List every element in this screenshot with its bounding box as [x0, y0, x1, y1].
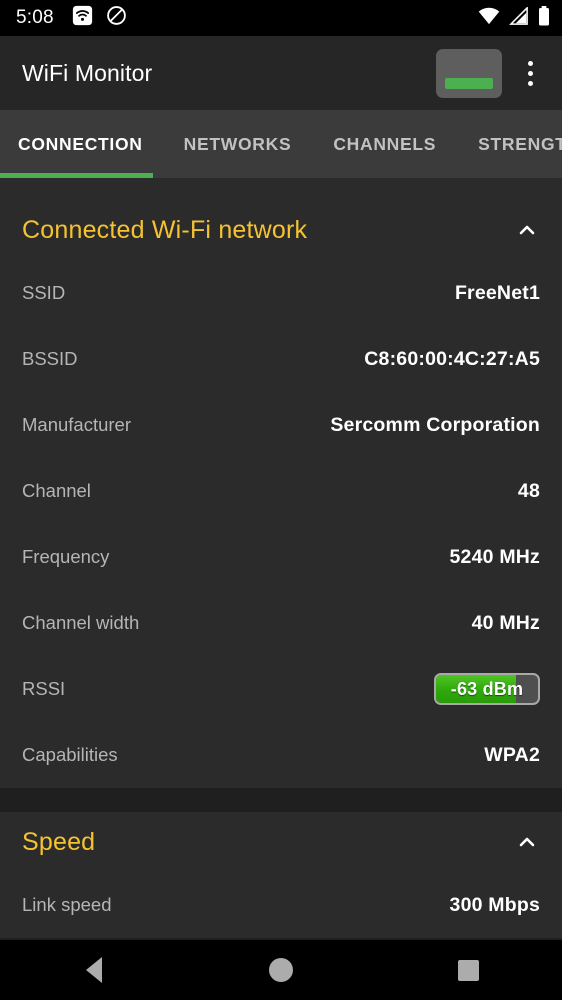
row-value: 300 Mbps: [449, 893, 540, 916]
recents-square-icon: [457, 959, 479, 981]
tab-channels[interactable]: CHANNELS: [333, 110, 436, 178]
page-title: WiFi Monitor: [22, 59, 153, 86]
toolbar-actions: [436, 48, 548, 98]
overflow-menu-icon[interactable]: [512, 50, 548, 96]
home-circle-icon: [268, 958, 293, 982]
android-navigation-bar: [0, 940, 562, 1000]
row-value: WPA2: [484, 743, 540, 766]
status-bar-clock: 5:08: [16, 7, 54, 28]
row-label: Frequency: [22, 546, 110, 567]
dot: [527, 70, 533, 76]
row-label: Manufacturer: [22, 414, 131, 435]
row-value: Sercomm Corporation: [330, 413, 540, 436]
section-header-connected-wifi-network[interactable]: Connected Wi-Fi network: [22, 200, 540, 260]
recents-button[interactable]: [433, 940, 503, 1000]
row-label: Channel width: [22, 612, 140, 633]
chevron-up-icon[interactable]: [514, 829, 540, 855]
wifi-signal-icon: [478, 7, 500, 30]
section-title: Connected Wi-Fi network: [22, 215, 308, 244]
status-bar: 5:08: [0, 0, 562, 36]
table-row: Link speed 300 Mbps: [22, 872, 540, 938]
row-value: 40 MHz: [471, 611, 540, 634]
battery-icon: [538, 5, 550, 31]
back-button[interactable]: [59, 940, 129, 1000]
table-row: Capabilities WPA2: [22, 722, 540, 788]
section-header-speed[interactable]: Speed: [22, 812, 540, 872]
section-title: Speed: [22, 827, 96, 856]
dot: [527, 60, 533, 66]
section-divider: [0, 788, 562, 812]
status-bar-notification-icons: [72, 5, 127, 31]
tab-active-indicator: [0, 173, 153, 178]
cellular-signal-icon: [509, 5, 529, 30]
do-not-disturb-icon: [106, 5, 127, 31]
table-row: SSID FreeNet1: [22, 260, 540, 326]
content-top-spacer: [0, 178, 562, 200]
content-scroll-area[interactable]: Connected Wi-Fi network SSID FreeNet1 BS…: [0, 178, 562, 940]
row-label: BSSID: [22, 348, 78, 369]
row-value: C8:60:00:4C:27:A5: [364, 347, 540, 370]
back-triangle-icon: [85, 957, 102, 983]
table-row: Channel 48: [22, 458, 540, 524]
signal-graph-button[interactable]: [436, 48, 502, 98]
table-row: BSSID C8:60:00:4C:27:A5: [22, 326, 540, 392]
home-button[interactable]: [246, 940, 316, 1000]
table-row: Channel width 40 MHz: [22, 590, 540, 656]
hotspot-wifi-icon: [72, 5, 93, 31]
signal-level-bar: [445, 77, 493, 89]
status-bar-system-icons: [478, 5, 550, 31]
rssi-value: -63 dBm: [450, 678, 524, 699]
row-label: Capabilities: [22, 744, 118, 765]
row-label: RSSI: [22, 678, 66, 699]
table-row-rssi: RSSI -63 dBm: [22, 656, 540, 722]
tab-networks[interactable]: NETWORKS: [184, 110, 292, 178]
row-value: 5240 MHz: [449, 545, 540, 568]
app-toolbar: WiFi Monitor: [0, 36, 562, 110]
row-label: Link speed: [22, 894, 112, 915]
tab-connection[interactable]: CONNECTION: [18, 110, 143, 178]
table-row: Frequency 5240 MHz: [22, 524, 540, 590]
dot: [527, 80, 533, 86]
table-row: Manufacturer Sercomm Corporation: [22, 392, 540, 458]
card-speed: Speed Link speed 300 Mbps: [0, 812, 562, 938]
status-badge: -63 dBm: [434, 673, 540, 705]
tab-strength[interactable]: STRENGTH: [478, 110, 562, 178]
app-root: 5:08 WiFi Monitor CONNECTION NETWORKS CH…: [0, 0, 562, 1000]
row-value: FreeNet1: [454, 281, 540, 304]
tab-bar: CONNECTION NETWORKS CHANNELS STRENGTH: [0, 110, 562, 178]
row-label: Channel: [22, 480, 91, 501]
card-connected-wifi-network: Connected Wi-Fi network SSID FreeNet1 BS…: [0, 200, 562, 788]
chevron-up-icon[interactable]: [514, 217, 540, 243]
row-value: 48: [517, 479, 540, 502]
row-label: SSID: [22, 282, 66, 303]
